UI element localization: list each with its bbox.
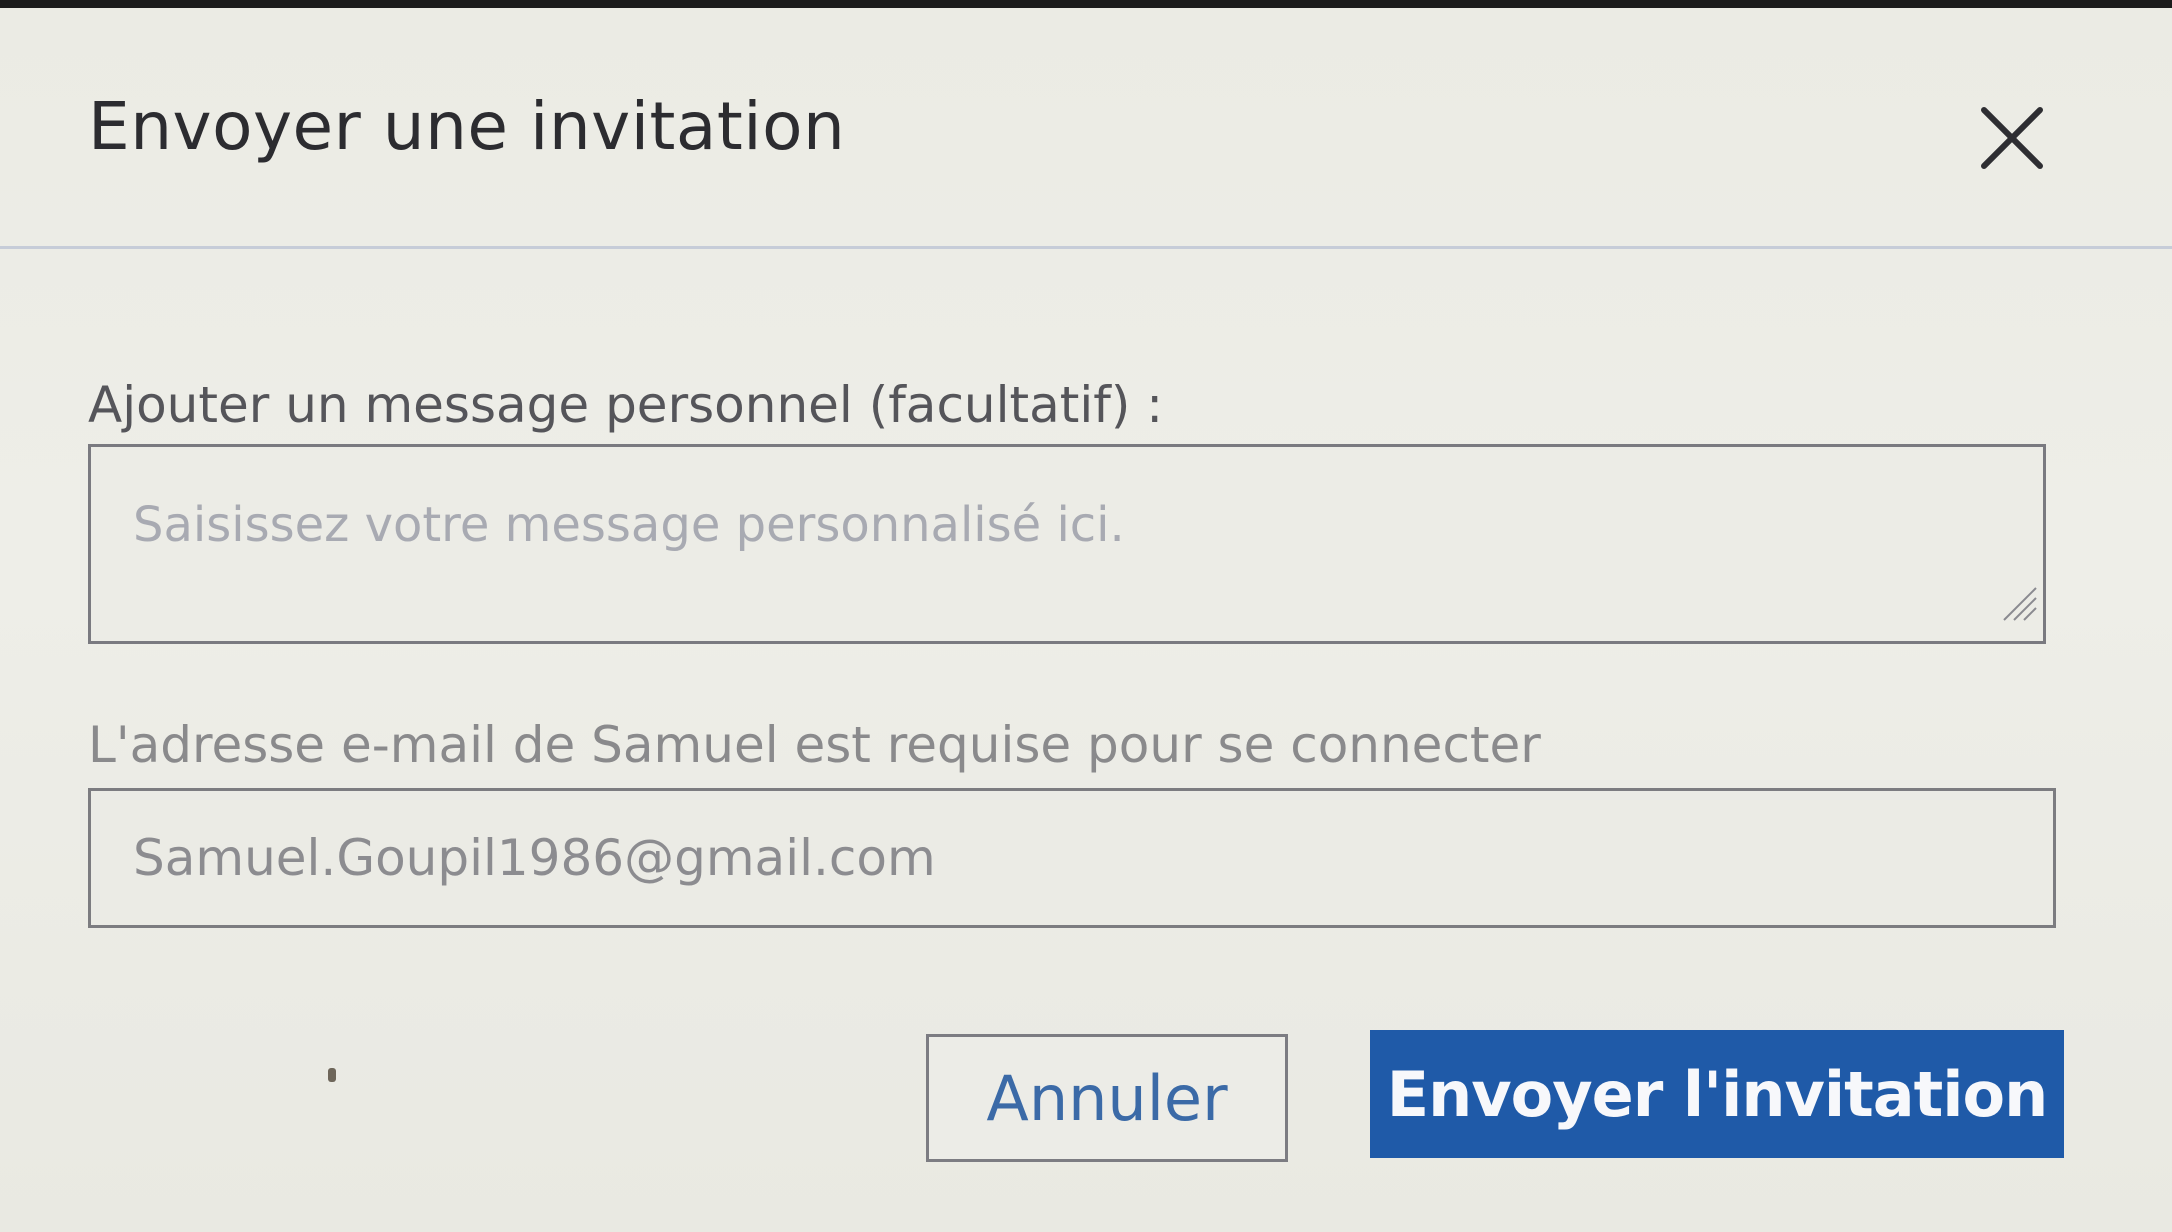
header-divider [0,246,2172,249]
invite-dialog: Envoyer une invitation Ajouter un messag… [0,8,2172,1232]
screen-speck [328,1068,336,1082]
email-field[interactable] [88,788,2056,928]
dialog-title: Envoyer une invitation [88,88,846,165]
close-button[interactable] [1972,98,2052,178]
resize-grip-icon[interactable] [1996,580,2038,622]
personal-message-textarea[interactable] [88,444,2046,644]
email-required-label: L'adresse e-mail de Samuel est requise p… [88,716,1541,774]
cancel-button[interactable]: Annuler [926,1034,1288,1162]
send-invitation-button[interactable]: Envoyer l'invitation [1370,1030,2064,1158]
personal-message-label: Ajouter un message personnel (facultatif… [88,376,1164,434]
window-top-edge [0,0,2172,8]
close-icon [1981,107,2043,169]
